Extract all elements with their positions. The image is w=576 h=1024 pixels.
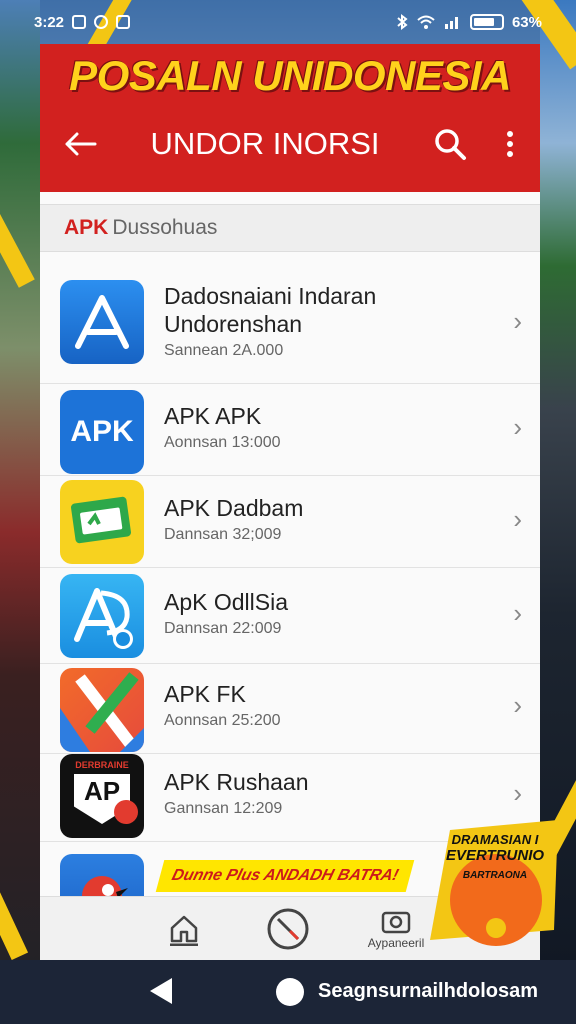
more-vert-icon <box>507 131 513 157</box>
app-title: APK FK <box>164 681 246 707</box>
search-icon <box>435 129 466 160</box>
nav-compass[interactable] <box>258 905 318 953</box>
green-card-icon <box>60 480 144 564</box>
status-time: 3:22 <box>34 13 65 31</box>
toolbar-title: UNDOR INORSI <box>150 126 380 161</box>
system-nav-text: Seagnsurnailhdolosam <box>318 980 539 1002</box>
chevron-right-icon: › <box>513 690 522 720</box>
app-title: ApK OdllSia <box>164 589 289 615</box>
chevron-right-icon: › <box>513 306 522 336</box>
chevron-right-icon: › <box>513 778 522 808</box>
shield-ap-icon: DERBRAINE AP <box>60 754 144 838</box>
banner-title: POSALN UNIDONESIA <box>69 52 511 99</box>
nav-gallery[interactable]: Aypaneeril <box>366 905 426 953</box>
app-notification-icon <box>116 15 131 29</box>
app-header: POSALN UNIDONESIA UNDOR INORSI <box>40 44 540 192</box>
signal-icon <box>444 17 458 29</box>
promo-badge[interactable]: DRAMASIAN I EVERTRUNIO BARTRAONA <box>430 820 560 950</box>
system-back-icon[interactable] <box>150 978 172 1004</box>
status-bar: 3:22 63% <box>0 0 576 44</box>
app-title: APK Rushaan <box>164 769 309 795</box>
app-title: APK APK <box>164 403 262 429</box>
camera-icon <box>381 911 411 934</box>
battery-icon <box>469 14 504 30</box>
list-item[interactable]: Dadosnaiani Indaran Undorenshan Sannean … <box>40 264 540 384</box>
app-title: APK Dadbam <box>164 495 304 521</box>
system-home-icon[interactable] <box>276 978 304 1006</box>
x-logo-icon <box>60 668 144 752</box>
nav-label: Aypaneeril <box>367 936 425 950</box>
section-label: Dussohuas <box>112 216 218 239</box>
app-subtitle: Sannean 2A.000 <box>164 342 284 359</box>
section-header: APK Dussohuas <box>40 204 540 252</box>
wifi-icon <box>417 15 435 29</box>
list-item[interactable]: ApK OdllSia Dannsan 22:009 › <box>40 568 540 664</box>
home-icon <box>170 915 198 946</box>
app-subtitle: Aonnsan 25:200 <box>164 712 281 729</box>
list-item[interactable]: APK FK Aonnsan 25:200 › <box>40 664 540 754</box>
promo-badge-line2: EVERTRUNIO <box>445 847 545 864</box>
app-title: Dadosnaiani Indaran Undorenshan <box>164 283 377 337</box>
message-icon <box>94 15 109 29</box>
list-item[interactable]: APK Dadbam Dannsan 32;009 › <box>40 476 540 568</box>
app-subtitle: Aonnsan 13:000 <box>164 434 281 451</box>
search-button[interactable] <box>420 116 480 172</box>
promo-text: Dunne Plus ANDADH BATRA! <box>169 867 401 884</box>
bluetooth-icon <box>397 14 408 30</box>
nav-home[interactable] <box>154 905 214 953</box>
app-subtitle: Dannsan 32;009 <box>164 526 282 543</box>
chevron-right-icon: › <box>513 598 522 628</box>
triangle-a-icon <box>60 280 144 364</box>
battery-percent: 63% <box>511 13 542 31</box>
system-navigation-bar: Seagnsurnailhdolosam <box>0 960 576 1024</box>
compass-icon <box>267 908 309 950</box>
list-item[interactable]: APK APK APK Aonnsan 13:000 › <box>40 384 540 476</box>
blue-a-icon <box>60 574 144 658</box>
more-options-button[interactable] <box>480 116 540 172</box>
notification-icon <box>72 15 87 29</box>
chevron-right-icon: › <box>513 412 522 442</box>
app-subtitle: Gannsan 12:209 <box>164 800 283 817</box>
background-left <box>0 0 40 1024</box>
back-button[interactable] <box>40 116 120 172</box>
apk-text-icon: APK <box>60 390 144 474</box>
promo-badge-line3: BARTRAONA <box>462 870 528 881</box>
section-tag: APK <box>64 216 109 239</box>
app-subtitle: Dannsan 22:009 <box>164 620 282 637</box>
promo-badge-line1: DRAMASIAN I <box>451 832 539 847</box>
arrow-left-icon <box>65 132 97 156</box>
promo-banner[interactable]: Dunne Plus ANDADH BATRA! <box>155 860 415 892</box>
chevron-right-icon: › <box>513 504 522 534</box>
toolbar: UNDOR INORSI <box>40 116 540 172</box>
